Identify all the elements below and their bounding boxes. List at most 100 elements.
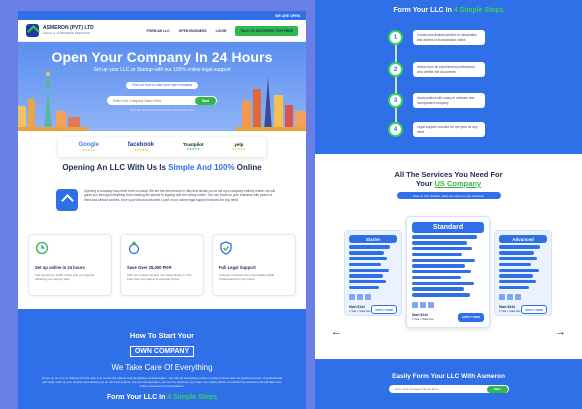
plan-card-starter[interactable]: Starter Start $144 1 Year + State Fee APP… (344, 230, 402, 316)
yelp-stars: ★★★★★ (232, 147, 246, 152)
city-skyline-illustration (236, 77, 306, 131)
steps-heading-highlight: 4 Simple Steps (167, 394, 218, 402)
step-card: Incorporation with notary in webcam and … (413, 93, 485, 108)
nav-link-open-business[interactable]: OPEN BUSINESS (179, 29, 207, 33)
top-strip-text: WE ARE OPEN (275, 13, 300, 18)
feature-card: Full Legal Support Includes Contracts An… (212, 234, 296, 296)
step-number: 1 (388, 30, 403, 45)
opening-title-pre: Opening An LLC With Us Is (62, 163, 169, 172)
opening-section: Opening An LLC With Us Is Simple And 100… (18, 163, 306, 172)
services-title-highlight: US Company (434, 179, 482, 188)
plan-badges (499, 294, 547, 301)
cta-search-bar: Start (388, 385, 509, 393)
trustpilot-review[interactable]: Trustpilot ★★★★★ (183, 142, 204, 152)
how-title: How To Start Your (129, 331, 195, 340)
cta-title: Easily Form Your LLC With Asmeron (392, 373, 505, 380)
apply-now-button[interactable]: APPLY NOW (521, 305, 547, 315)
facebook-stars: ★★★★★ (134, 148, 148, 152)
brand-badge-icon (56, 189, 78, 211)
hero-start-button[interactable]: Start (194, 96, 216, 105)
services-title-line1: All The Services You Need For (394, 170, 503, 179)
hero-section: Open Your Company In 24 Hours Set up you… (18, 42, 306, 131)
step-card: Legal support included for one year for … (413, 122, 485, 137)
steps-title: Form Your LLC In 4 Simple Steps (315, 0, 582, 14)
step-number: 2 (388, 62, 403, 77)
step-number: 4 (388, 122, 403, 137)
carousel-prev-arrow-icon[interactable]: ← (331, 326, 342, 338)
company-name-input[interactable] (113, 98, 195, 103)
feature-title: Full Legal Support (219, 265, 256, 270)
apply-now-button[interactable]: APPLY NOW (371, 305, 397, 315)
opening-title-post: Online (234, 163, 262, 172)
landing-page-right: Form Your LLC In 4 Simple Steps 1 Create… (315, 0, 582, 409)
carousel-next-arrow-icon[interactable]: → (555, 326, 566, 338)
feature-card: Save Over 25,000 PKR With Our Online Ser… (120, 234, 204, 296)
hero-title: Open Your Company In 24 Hours (51, 49, 273, 65)
feature-text: Includes Contracts And Consultation With… (219, 273, 275, 282)
feature-text: With Our Online Service You Save Money I… (127, 273, 192, 282)
step-card: Advice from an experienced professional … (413, 62, 485, 77)
hero-pill: Find out how to start your own company (125, 81, 199, 89)
steps-title-highlight: 4 Simple Steps (453, 7, 504, 14)
logo-icon[interactable] (26, 24, 39, 37)
plan-price-note: 1 Year + State Fee (499, 310, 521, 314)
step-number: 3 (388, 93, 403, 108)
navbar: ASMERON (PVT) LTD LEGAL & COMMERCE SERVI… (18, 20, 306, 42)
services-pill: Save in Your Pocket, Start one right on … (396, 192, 501, 199)
opening-title-highlight: Simple And 100% (168, 163, 235, 172)
yelp-review[interactable]: yelp ★★★★★ (232, 142, 246, 152)
services-title-line2: Your US Company (315, 179, 582, 188)
plan-badges (412, 301, 484, 308)
plan-name: Starter (349, 235, 397, 243)
nav-link-login[interactable]: LOGIN (216, 29, 227, 33)
steps-section: Form Your LLC In 4 Simple Steps 1 Create… (315, 0, 582, 154)
plan-price: Start $144 1 Year + State Fee (349, 305, 371, 314)
brand[interactable]: ASMERON (PVT) LTD LEGAL & COMMERCE SERVI… (43, 26, 94, 35)
plan-name: Standard (412, 222, 484, 233)
feature-title: Save Over 25,000 PKR (127, 265, 172, 270)
plan-price-note: 1 Year + State Fee (349, 310, 371, 314)
plan-price: Start $344 1 Year + State Fee (499, 305, 521, 314)
plan-badges (349, 294, 397, 301)
feature-title: Set up online in 24 hours (35, 265, 85, 270)
google-review[interactable]: Google ★★★★★ (78, 142, 99, 152)
top-strip: WE ARE OPEN (18, 11, 306, 20)
plan-card-standard[interactable]: Standard Start $244 1 Year + State Fee AP… (406, 216, 490, 328)
hero-search-bar: Start (107, 96, 217, 105)
cta-company-name-input[interactable] (394, 387, 487, 391)
opening-title: Opening An LLC With Us Is Simple And 100… (18, 163, 306, 172)
cta-start-button[interactable]: Start (486, 385, 508, 393)
care-subtitle: We Take Care Of Everything (111, 363, 213, 372)
opening-text: Opening a company has never been so easy… (84, 189, 275, 202)
clock-icon (35, 241, 49, 255)
step-item: 3 Incorporation with notary in webcam an… (388, 93, 485, 108)
pricing-carousel: Starter Start $144 1 Year + State Fee APP… (344, 216, 554, 328)
services-title-pre: Your (415, 179, 435, 188)
steps-heading: Form Your LLC In 4 Simple Steps (18, 394, 306, 401)
services-section: All The Services You Need For Your US Co… (315, 154, 582, 359)
nav-link-form-llc[interactable]: FORM AN LLC (146, 29, 169, 33)
landing-page-left: WE ARE OPEN ASMERON (PVT) LTD LEGAL & CO… (18, 11, 306, 409)
nav-links: FORM AN LLC OPEN BUSINESS LOGIN TALK TO … (146, 25, 298, 36)
steps-title-pre: Form Your LLC In (393, 7, 454, 14)
steps-timeline (395, 34, 397, 132)
reviews-bar: Google ★★★★★ facebook ★★★★★ Trustpilot ★… (58, 137, 266, 157)
apply-now-button[interactable]: APPLY NOW (458, 312, 484, 322)
step-item: 2 Advice from an experienced professiona… (388, 62, 485, 77)
how-to-start-section: How To Start Your OWN COMPANY We Take Ca… (18, 309, 306, 409)
plan-name: Advanced (499, 235, 547, 243)
savings-icon (128, 241, 140, 255)
facebook-review[interactable]: facebook ★★★★★ (128, 142, 154, 152)
step-item: 1 Create personalized articles of associ… (388, 30, 485, 45)
features-row: Set up online in 24 hours The opening is… (28, 234, 296, 296)
statue-of-liberty-illustration (18, 72, 88, 131)
shield-icon (220, 241, 232, 255)
steps-heading-pre: Form Your LLC In (106, 394, 168, 402)
brand-tagline: LEGAL & COMMERCE SERVICES (43, 31, 91, 35)
google-stars: ★★★★★ (81, 148, 96, 152)
opening-content: Opening a company has never been so easy… (56, 189, 276, 211)
talk-to-expert-button[interactable]: TALK TO AN EXPERT FOR FREE (235, 25, 298, 36)
plan-card-advanced[interactable]: Advanced Start $344 1 Year + State Fee AP… (494, 230, 552, 316)
own-company-box: OWN COMPANY (129, 346, 195, 357)
trustpilot-stars: ★★★★★ (186, 147, 200, 152)
